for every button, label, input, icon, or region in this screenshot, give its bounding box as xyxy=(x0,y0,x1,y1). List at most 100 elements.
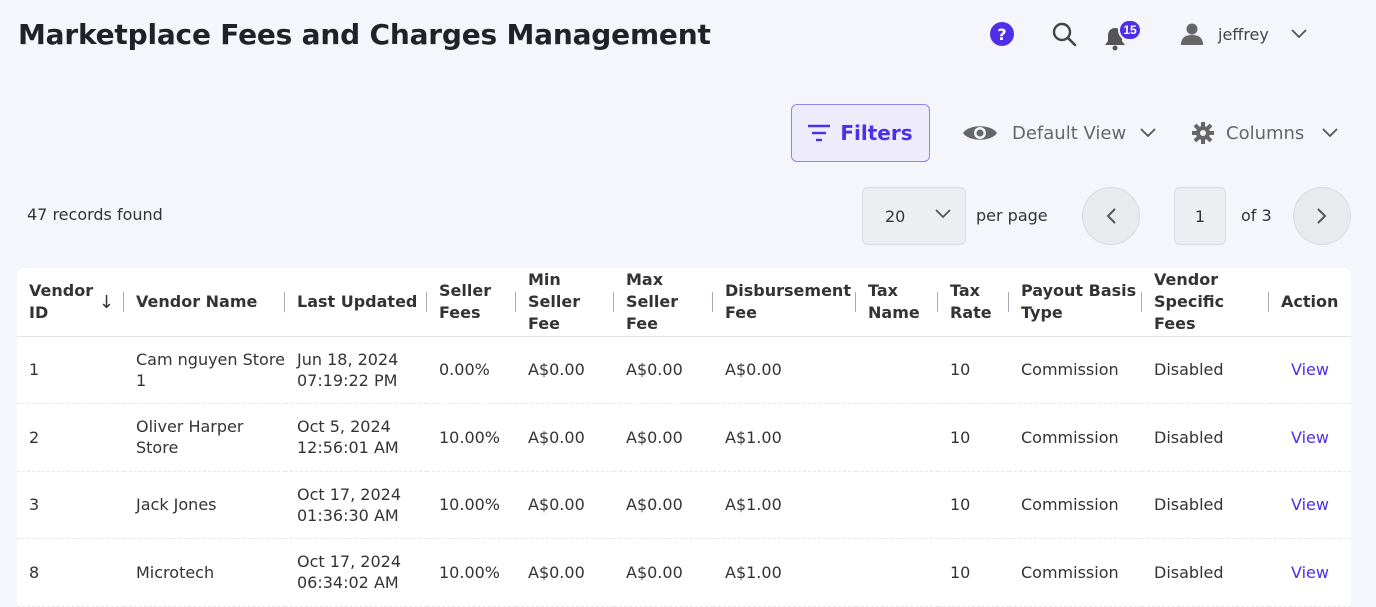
table-header-row: Vendor ID ↓ Vendor Name Last Updated Selle… xyxy=(17,268,1351,337)
cell-action: View xyxy=(1269,403,1351,472)
cell-min-seller-fee: A$0.00 xyxy=(516,538,614,607)
next-page-button[interactable] xyxy=(1293,187,1351,245)
cell-vendor-specific-fees: Disabled xyxy=(1142,336,1269,404)
cell-min-seller-fee: A$0.00 xyxy=(516,471,614,539)
header-max-seller-fee[interactable]: Max Seller Fee xyxy=(614,268,713,337)
notification-badge: 15 xyxy=(1118,19,1142,41)
cell-vendor-id: 3 xyxy=(17,471,124,539)
header-disbursement-fee[interactable]: Disbursement Fee xyxy=(713,268,856,337)
table-row: 1 Cam nguyen Store 1 Jun 18, 2024 07:19:22 P… xyxy=(17,336,1351,404)
cell-payout-basis-type: Commission xyxy=(1009,336,1142,404)
header-payout-basis-type[interactable]: Payout Basis Type xyxy=(1009,268,1142,337)
header-vendor-name[interactable]: Vendor Name xyxy=(124,268,285,337)
chevron-right-icon xyxy=(1317,208,1327,224)
cell-max-seller-fee: A$0.00 xyxy=(614,471,713,539)
eye-icon xyxy=(963,126,997,140)
cell-disbursement-fee: A$0.00 xyxy=(713,336,856,404)
view-link[interactable]: View xyxy=(1291,495,1329,514)
cell-max-seller-fee: A$0.00 xyxy=(614,336,713,404)
cell-vendor-name: Jack Jones xyxy=(124,471,285,539)
cell-min-seller-fee: A$0.00 xyxy=(516,403,614,472)
cell-seller-fees: 0.00% xyxy=(427,336,516,404)
chevron-left-icon xyxy=(1106,208,1116,224)
filter-icon xyxy=(808,124,831,142)
prev-page-button[interactable] xyxy=(1082,187,1140,245)
cell-tax-rate: 10 xyxy=(938,538,1009,607)
columns-dropdown[interactable]: Columns xyxy=(1192,116,1338,150)
chevron-down-icon xyxy=(1322,128,1338,138)
cell-max-seller-fee: A$0.00 xyxy=(614,403,713,472)
fees-table: Vendor ID ↓ Vendor Name Last Updated Selle… xyxy=(17,268,1351,607)
toolbar: Filters Default View Columns xyxy=(0,104,1376,162)
cell-payout-basis-type: Commission xyxy=(1009,403,1142,472)
cell-action: View xyxy=(1269,538,1351,607)
cell-vendor-specific-fees: Disabled xyxy=(1142,403,1269,472)
cell-tax-name xyxy=(856,336,938,404)
per-page-select[interactable]: 20 xyxy=(862,187,966,245)
header-seller-fees[interactable]: Seller Fees xyxy=(427,268,516,337)
cell-tax-name xyxy=(856,403,938,472)
gear-icon xyxy=(1192,122,1214,144)
cell-vendor-name: Cam nguyen Store 1 xyxy=(124,336,285,404)
cell-payout-basis-type: Commission xyxy=(1009,471,1142,539)
default-view-label: Default View xyxy=(1012,122,1127,144)
username: jeffrey xyxy=(1218,24,1269,44)
cell-vendor-id: 2 xyxy=(17,403,124,472)
sort-down-icon[interactable]: ↓ xyxy=(99,292,114,314)
notifications-button[interactable]: 15 xyxy=(1104,19,1142,51)
cell-last-updated: Oct 5, 2024 12:56:01 AM xyxy=(285,403,427,472)
cell-tax-name xyxy=(856,471,938,539)
user-icon xyxy=(1181,23,1203,45)
cell-disbursement-fee: A$1.00 xyxy=(713,403,856,472)
header-tax-name[interactable]: Tax Name xyxy=(856,268,938,337)
cell-vendor-specific-fees: Disabled xyxy=(1142,538,1269,607)
header-action: Action xyxy=(1269,268,1351,337)
columns-label: Columns xyxy=(1226,122,1305,144)
cell-tax-name xyxy=(856,538,938,607)
cell-tax-rate: 10 xyxy=(938,471,1009,539)
cell-action: View xyxy=(1269,471,1351,539)
table-row: 2 Oliver Harper Store Oct 5, 2024 12:56:01 A… xyxy=(17,403,1351,472)
user-menu[interactable]: jeffrey xyxy=(1180,20,1310,48)
chevron-down-icon xyxy=(935,209,951,219)
cell-tax-rate: 10 xyxy=(938,403,1009,472)
chevron-down-icon xyxy=(1291,29,1307,39)
search-icon[interactable] xyxy=(1050,20,1078,48)
cell-vendor-specific-fees: Disabled xyxy=(1142,471,1269,539)
cell-last-updated: Oct 17, 2024 01:36:30 AM xyxy=(285,471,427,539)
cell-seller-fees: 10.00% xyxy=(427,538,516,607)
help-icon[interactable]: ? xyxy=(990,22,1014,46)
table-row: 8 Microtech Oct 17, 2024 06:34:02 AM 10.00% A… xyxy=(17,538,1351,607)
cell-min-seller-fee: A$0.00 xyxy=(516,336,614,404)
default-view-dropdown[interactable]: Default View xyxy=(962,116,1156,150)
cell-disbursement-fee: A$1.00 xyxy=(713,538,856,607)
cell-disbursement-fee: A$1.00 xyxy=(713,471,856,539)
header-tax-rate[interactable]: Tax Rate xyxy=(938,268,1009,337)
per-page-label: per page xyxy=(976,206,1048,225)
records-count: 47 records found xyxy=(27,205,163,224)
per-page-value: 20 xyxy=(885,206,906,226)
header-vendor-id[interactable]: Vendor ID ↓ xyxy=(17,268,124,337)
cell-seller-fees: 10.00% xyxy=(427,471,516,539)
cell-last-updated: Jun 18, 2024 07:19:22 PM xyxy=(285,336,427,404)
header-min-seller-fee[interactable]: Min Seller Fee xyxy=(516,268,614,337)
fees-table-card: Vendor ID ↓ Vendor Name Last Updated Selle… xyxy=(17,268,1351,607)
cell-vendor-id: 1 xyxy=(17,336,124,404)
page-total: of 3 xyxy=(1241,206,1272,225)
cell-last-updated: Oct 17, 2024 06:34:02 AM xyxy=(285,538,427,607)
cell-max-seller-fee: A$0.00 xyxy=(614,538,713,607)
table-row: 3 Jack Jones Oct 17, 2024 01:36:30 AM 10.00%… xyxy=(17,471,1351,539)
cell-seller-fees: 10.00% xyxy=(427,403,516,472)
view-link[interactable]: View xyxy=(1291,360,1329,379)
view-link[interactable]: View xyxy=(1291,563,1329,582)
cell-vendor-name: Oliver Harper Store xyxy=(124,403,285,472)
cell-vendor-id: 8 xyxy=(17,538,124,607)
page-title: Marketplace Fees and Charges Management xyxy=(18,18,711,51)
cell-payout-basis-type: Commission xyxy=(1009,538,1142,607)
header-last-updated[interactable]: Last Updated xyxy=(285,268,427,337)
cell-tax-rate: 10 xyxy=(938,336,1009,404)
page-number-input[interactable]: 1 xyxy=(1174,187,1226,245)
view-link[interactable]: View xyxy=(1291,428,1329,447)
header-vendor-specific-fees[interactable]: Vendor Specific Fees xyxy=(1142,268,1269,337)
filters-button[interactable]: Filters xyxy=(791,104,930,162)
